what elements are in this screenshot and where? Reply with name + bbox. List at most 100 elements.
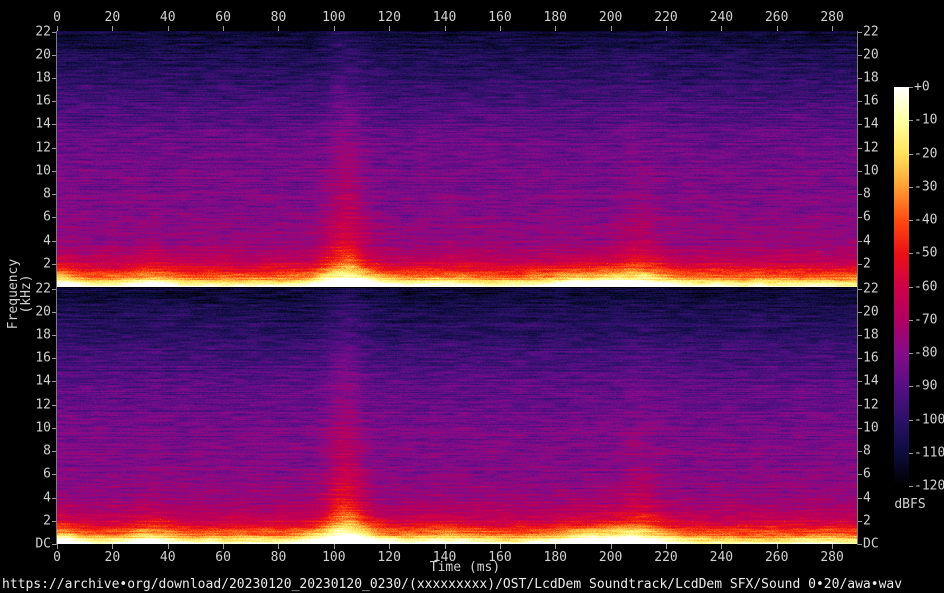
colorbar-tick-mark (909, 154, 913, 155)
y-tick-mark-right (858, 428, 862, 429)
colorbar-tick-label: -100 (914, 413, 944, 426)
colorbar-tick-label: -120 (914, 480, 944, 493)
x-tick-label-top: 140 (433, 11, 456, 24)
x-tick-label-bottom: 280 (820, 551, 843, 564)
x-tick-label-bottom: 0 (53, 551, 61, 564)
y-tick-label-left: 14 (17, 118, 51, 131)
x-tick-mark-top (389, 26, 390, 31)
y-tick-label-right: 20 (863, 305, 879, 318)
spectrogram-figure: Frequency (kHz) Time (ms) dBFS https://a… (0, 0, 944, 593)
x-tick-mark-top (168, 26, 169, 31)
x-tick-label-bottom: 80 (271, 551, 287, 564)
x-tick-label-top: 180 (544, 11, 567, 24)
x-tick-mark-bottom (168, 544, 169, 549)
colorbar-tick-label: -20 (914, 147, 937, 160)
colorbar-tick-mark (909, 486, 913, 487)
y-tick-label-right: 20 (863, 48, 879, 61)
y-tick-mark-right (858, 451, 862, 452)
colorbar-tick-label: -30 (914, 180, 937, 193)
y-tick-mark-right (858, 498, 862, 499)
y-tick-label-left: 22 (17, 25, 51, 38)
y-tick-mark-right (858, 521, 862, 522)
y-tick-mark-left (52, 241, 56, 242)
x-tick-label-bottom: 140 (433, 551, 456, 564)
x-tick-mark-bottom (389, 544, 390, 549)
y-tick-label-right: 18 (863, 72, 879, 85)
x-tick-mark-bottom (832, 544, 833, 549)
y-tick-mark-left (52, 171, 56, 172)
colorbar-tick-mark (909, 87, 913, 88)
colorbar-tick-mark (909, 320, 913, 321)
y-tick-label-right: 18 (863, 329, 879, 342)
x-tick-mark-top (112, 26, 113, 31)
x-tick-mark-top (666, 26, 667, 31)
y-tick-mark-left (52, 264, 56, 265)
y-tick-mark-left (52, 101, 56, 102)
colorbar-tick-mark (909, 386, 913, 387)
y-tick-mark-left (52, 312, 56, 313)
x-tick-label-top: 220 (654, 11, 677, 24)
plot-left-edge-line (56, 31, 57, 545)
x-tick-mark-bottom (445, 544, 446, 549)
y-tick-label-right: 10 (863, 421, 879, 434)
x-tick-label-bottom: 240 (710, 551, 733, 564)
y-tick-mark-left (52, 544, 56, 545)
y-tick-label-right: 10 (863, 164, 879, 177)
x-tick-label-top: 200 (599, 11, 622, 24)
x-tick-mark-top (57, 26, 58, 31)
x-tick-label-bottom: 260 (765, 551, 788, 564)
y-tick-label-left: 8 (17, 445, 51, 458)
x-tick-label-top: 0 (53, 11, 61, 24)
y-tick-label-left: 12 (17, 141, 51, 154)
y-tick-label-right: 2 (863, 257, 871, 270)
y-tick-label-right: 12 (863, 398, 879, 411)
x-tick-mark-top (721, 26, 722, 31)
y-tick-label-right: 4 (863, 491, 871, 504)
y-tick-mark-right (858, 217, 862, 218)
x-tick-label-bottom: 200 (599, 551, 622, 564)
y-tick-label-right: 16 (863, 95, 879, 108)
y-tick-mark-left (52, 32, 56, 33)
y-tick-mark-right (858, 78, 862, 79)
y-tick-mark-left (52, 358, 56, 359)
x-tick-label-bottom: 100 (322, 551, 345, 564)
y-tick-label-left: 22 (17, 282, 51, 295)
x-tick-mark-top (278, 26, 279, 31)
y-tick-mark-right (858, 124, 862, 125)
y-tick-label-left: 2 (17, 257, 51, 270)
colorbar-tick-label: -70 (914, 313, 937, 326)
x-tick-mark-bottom (112, 544, 113, 549)
y-tick-label-right: 6 (863, 468, 871, 481)
y-tick-label-right: 16 (863, 352, 879, 365)
colorbar-tick-mark (909, 253, 913, 254)
colorbar-tick-mark (909, 120, 913, 121)
y-tick-label-left: 18 (17, 72, 51, 85)
y-tick-mark-left (52, 78, 56, 79)
colorbar-tick-label: -60 (914, 280, 937, 293)
colorbar-tick-mark (909, 420, 913, 421)
y-tick-mark-left (52, 217, 56, 218)
x-tick-mark-top (611, 26, 612, 31)
y-tick-mark-right (858, 148, 862, 149)
y-tick-label-right: 6 (863, 211, 871, 224)
colorbar-unit-label: dBFS (894, 498, 925, 511)
y-tick-label-right: 12 (863, 141, 879, 154)
y-tick-mark-right (858, 544, 862, 545)
x-tick-label-bottom: 120 (377, 551, 400, 564)
colorbar-tick-label: -110 (914, 446, 944, 459)
x-tick-label-bottom: 220 (654, 551, 677, 564)
x-tick-label-top: 100 (322, 11, 345, 24)
y-tick-label-right: 22 (863, 282, 879, 295)
y-tick-mark-right (858, 289, 862, 290)
colorbar-tick-label: +0 (914, 81, 930, 94)
y-tick-mark-left (52, 428, 56, 429)
colorbar-tick-label: -40 (914, 214, 937, 227)
y-tick-mark-left (52, 498, 56, 499)
y-tick-label-right: 14 (863, 375, 879, 388)
y-tick-label-left: 16 (17, 95, 51, 108)
y-tick-label-right: 14 (863, 118, 879, 131)
y-tick-mark-left (52, 55, 56, 56)
y-tick-mark-right (858, 101, 862, 102)
y-tick-mark-left (52, 335, 56, 336)
x-tick-label-bottom: 20 (105, 551, 121, 564)
